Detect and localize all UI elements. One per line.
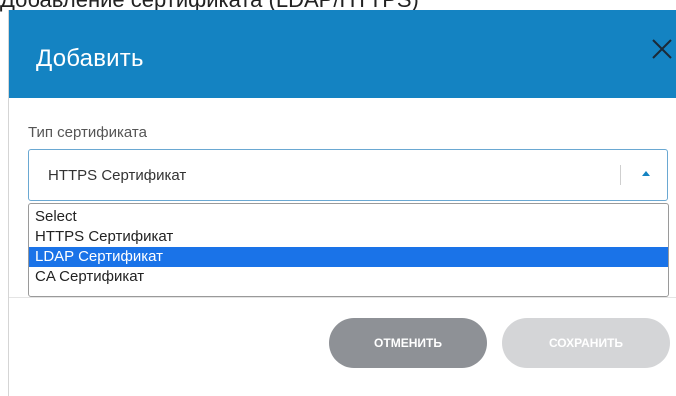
option-https-certificate[interactable]: HTTPS Сертификат	[29, 227, 668, 247]
footer-divider	[9, 297, 676, 298]
close-icon[interactable]	[649, 36, 675, 64]
dialog-title: Добавить	[36, 45, 144, 72]
certificate-type-select[interactable]: HTTPS Сертификат	[28, 149, 668, 201]
select-divider	[620, 165, 621, 185]
option-ca-certificate[interactable]: CA Сертификат	[29, 267, 668, 287]
certificate-type-dropdown: Select HTTPS Сертификат LDAP Сертификат …	[28, 203, 669, 297]
page: Добавление сертификата (LDAP/HTTPS) Доба…	[0, 0, 676, 396]
add-certificate-dialog: Добавить Тип сертификата HTTPS Сертифика…	[8, 10, 676, 396]
option-select[interactable]: Select	[29, 207, 668, 227]
chevron-up-icon[interactable]	[642, 171, 650, 176]
option-ldap-certificate[interactable]: LDAP Сертификат	[29, 247, 668, 267]
cancel-button[interactable]: ОТМЕНИТЬ	[329, 318, 487, 368]
certificate-type-value: HTTPS Сертификат	[48, 167, 187, 184]
certificate-type-label: Тип сертификата	[28, 124, 147, 141]
save-button[interactable]: СОХРАНИТЬ	[502, 318, 670, 368]
dialog-header: Добавить	[9, 10, 676, 98]
